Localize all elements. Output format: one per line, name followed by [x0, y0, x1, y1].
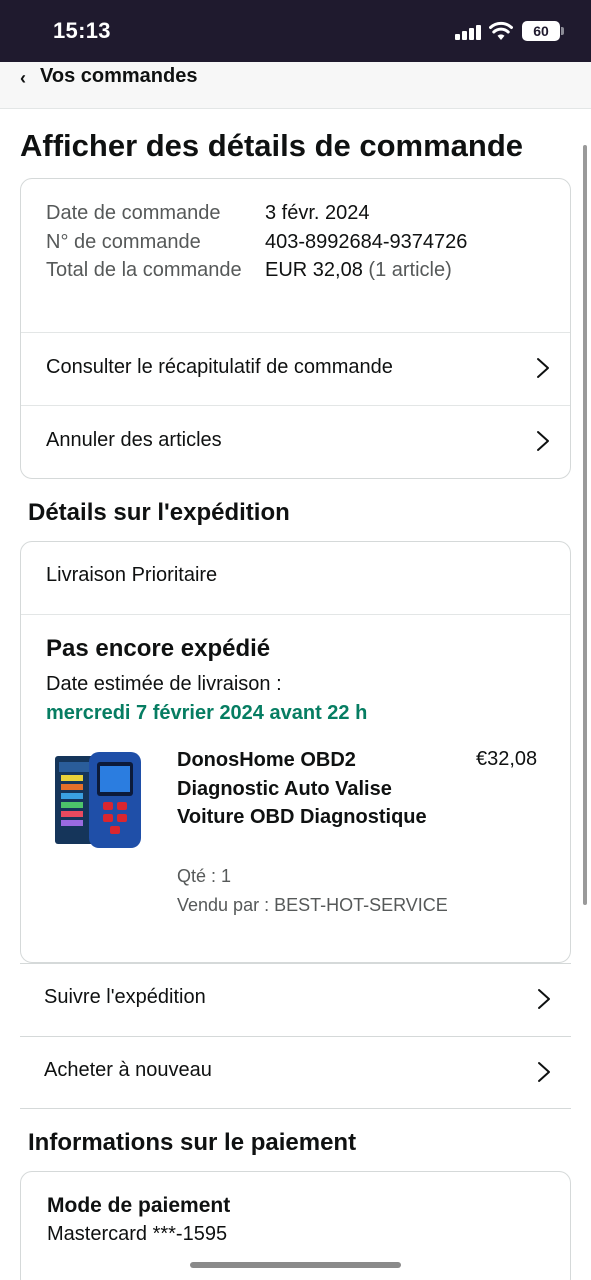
order-total-amount: EUR 32,08 — [265, 259, 363, 281]
product-price: €32,08 — [476, 748, 538, 770]
order-date-label: Date de commande — [46, 202, 221, 224]
buy-again-button[interactable]: Acheter à nouveau — [20, 1036, 571, 1109]
order-total-value: EUR 32,08 (1 article) — [265, 256, 452, 285]
page-title: Afficher des détails de commande — [20, 128, 524, 163]
chevron-right-icon — [538, 1062, 550, 1082]
payment-method-value: Mastercard ***-1595 — [47, 1223, 228, 1245]
payment-method-label: Mode de paiement — [47, 1194, 231, 1217]
product-image[interactable] — [53, 748, 145, 852]
chevron-right-icon — [538, 989, 550, 1009]
chevron-right-icon — [537, 431, 549, 451]
divider — [21, 614, 570, 615]
estimated-delivery-label: Date estimée de livraison : — [46, 673, 282, 695]
shipment-status: Pas encore expédié — [46, 635, 271, 662]
order-recap-link[interactable]: Consulter le récapitulatif de commande — [21, 332, 570, 405]
battery-icon: 60 — [522, 21, 564, 41]
shipping-section-title: Détails sur l'expédition — [28, 499, 290, 526]
cancel-items-link[interactable]: Annuler des articles — [21, 405, 570, 478]
payment-section-title: Informations sur le paiement — [28, 1129, 357, 1156]
home-indicator[interactable] — [190, 1262, 401, 1268]
estimated-delivery-date: mercredi 7 février 2024 avant 22 h — [46, 702, 368, 724]
order-recap-label: Consulter le récapitulatif de commande — [46, 356, 393, 378]
chevron-left-icon: ‹ — [20, 68, 26, 88]
order-summary-card: Date de commande 3 févr. 2024 N° de comm… — [20, 178, 571, 479]
order-number-label: N° de commande — [46, 230, 201, 253]
back-nav[interactable]: ‹ Vos commandes — [0, 62, 591, 109]
back-link[interactable]: Vos commandes — [40, 65, 197, 88]
wifi-icon — [489, 21, 513, 40]
buy-again-label: Acheter à nouveau — [44, 1059, 212, 1081]
shipment-card: Livraison Prioritaire Pas encore expédié… — [20, 541, 571, 963]
order-date-value: 3 févr. 2024 — [265, 202, 370, 224]
order-number-value: 403-8992684-9374726 — [265, 230, 468, 253]
scrollbar[interactable] — [583, 145, 587, 905]
product-seller: Vendu par : BEST-HOT-SERVICE — [177, 895, 448, 915]
product-quantity: Qté : 1 — [177, 866, 232, 886]
order-total-label: Total de la commande — [46, 259, 242, 281]
status-time: 15:13 — [53, 18, 111, 43]
track-shipment-button[interactable]: Suivre l'expédition — [20, 963, 571, 1036]
order-item-count: (1 article) — [368, 259, 452, 281]
status-bar: 15:13 60 — [0, 0, 591, 62]
shipping-method: Livraison Prioritaire — [46, 564, 218, 586]
track-shipment-label: Suivre l'expédition — [44, 986, 206, 1008]
cancel-items-label: Annuler des articles — [46, 429, 222, 451]
chevron-right-icon — [537, 358, 549, 378]
cellular-signal-icon — [455, 24, 483, 40]
product-title[interactable]: DonosHome OBD2 Diagnostic Auto Valise Vo… — [177, 746, 437, 832]
